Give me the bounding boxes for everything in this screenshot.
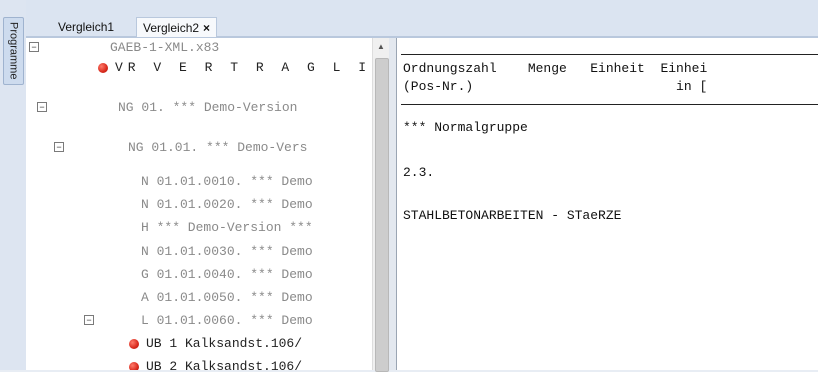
tree-node-label: N 01.01.0010. *** Demo bbox=[141, 174, 313, 189]
red-status-icon bbox=[129, 339, 139, 349]
tree-node-label: N 01.01.0020. *** Demo bbox=[141, 197, 313, 212]
tree-node-label: G 01.01.0040. *** Demo bbox=[141, 267, 313, 282]
tree-vertical-scrollbar[interactable]: ▲ bbox=[372, 38, 389, 372]
tree-node-label: L 01.01.0060. *** Demo bbox=[141, 313, 313, 328]
programme-side-tab-label: Programme bbox=[7, 22, 20, 80]
column-header-line2: (Pos-Nr.) in [ bbox=[403, 79, 708, 94]
collapse-toggle-icon[interactable]: − bbox=[29, 42, 39, 52]
tree-node[interactable]: N 01.01.0020. *** Demo bbox=[141, 195, 313, 215]
tree-node-label: GAEB-1-XML.x83 bbox=[110, 40, 220, 55]
tree-node-label: A 01.01.0050. *** Demo bbox=[141, 290, 313, 305]
tree-node[interactable]: N 01.01.0010. *** Demo bbox=[141, 172, 313, 192]
tab-vergleich1[interactable]: Vergleich1 bbox=[52, 18, 120, 36]
tree-node-label: UB 1 Kalksandst.106/ bbox=[146, 336, 303, 351]
tree-node-ng0101[interactable]: NG 01.01. *** Demo-Vers bbox=[128, 138, 307, 158]
tree-node[interactable]: G 01.01.0040. *** Demo bbox=[141, 265, 313, 285]
tree-node[interactable]: L 01.01.0060. *** Demo bbox=[141, 311, 313, 331]
collapse-toggle-icon[interactable]: − bbox=[37, 102, 47, 112]
scrollbar-thumb[interactable] bbox=[375, 58, 389, 372]
red-status-icon bbox=[129, 362, 139, 370]
tree-node-ub1[interactable]: UB 1 Kalksandst.106/ bbox=[146, 334, 302, 354]
document-tab-bar: Vergleich1 Vergleich2 × bbox=[26, 0, 818, 38]
tree-node-label: VR V E R T R A G L I C bbox=[115, 60, 372, 75]
doc-text-normalgruppe: *** Normalgruppe bbox=[403, 120, 528, 135]
header-rule-top bbox=[401, 54, 818, 55]
side-panel-strip: Programme bbox=[0, 0, 27, 370]
doc-text-section-number: 2.3. bbox=[403, 165, 435, 180]
tree-node-label: H *** Demo-Version *** bbox=[141, 220, 313, 235]
tree-node-root[interactable]: GAEB-1-XML.x83 bbox=[110, 38, 219, 58]
column-header-line1: Ordnungszahl Menge Einheit Einhei bbox=[403, 61, 708, 76]
tree-node-label: NG 01.01. *** Demo-Vers bbox=[128, 140, 308, 155]
tree-node-label: NG 01. *** Demo-Version bbox=[118, 100, 298, 115]
pane-splitter[interactable] bbox=[389, 38, 396, 370]
document-preview-pane: Ordnungszahl Menge Einheit Einhei (Pos-N… bbox=[396, 38, 818, 370]
scroll-up-arrow-icon[interactable]: ▲ bbox=[373, 38, 389, 54]
tree-node[interactable]: N 01.01.0030. *** Demo bbox=[141, 242, 313, 262]
tree-node[interactable]: H *** Demo-Version *** bbox=[141, 218, 313, 238]
tree-node-ng01[interactable]: NG 01. *** Demo-Version bbox=[118, 98, 297, 118]
doc-text-section-title: STAHLBETONARBEITEN - STaeRZE bbox=[403, 208, 622, 223]
collapse-toggle-icon[interactable]: − bbox=[84, 315, 94, 325]
red-status-icon bbox=[98, 63, 108, 73]
tab-label: Vergleich2 bbox=[143, 20, 200, 35]
tree-node-label: N 01.01.0030. *** Demo bbox=[141, 244, 313, 259]
tab-vergleich2[interactable]: Vergleich2 × bbox=[136, 17, 218, 37]
programme-side-tab[interactable]: Programme bbox=[3, 17, 24, 85]
collapse-toggle-icon[interactable]: − bbox=[54, 142, 64, 152]
header-rule-bottom bbox=[401, 104, 818, 105]
tree-node-ub2[interactable]: UB 2 Kalksandst.106/ bbox=[146, 357, 302, 370]
close-icon[interactable]: × bbox=[203, 21, 210, 35]
tree-node-vr[interactable]: VR V E R T R A G L I C bbox=[115, 58, 372, 78]
structure-tree: − GAEB-1-XML.x83 VR V E R T R A G L I C … bbox=[26, 38, 372, 370]
tree-node[interactable]: A 01.01.0050. *** Demo bbox=[141, 288, 313, 308]
tab-label: Vergleich1 bbox=[58, 20, 115, 34]
tree-node-label: UB 2 Kalksandst.106/ bbox=[146, 359, 303, 370]
